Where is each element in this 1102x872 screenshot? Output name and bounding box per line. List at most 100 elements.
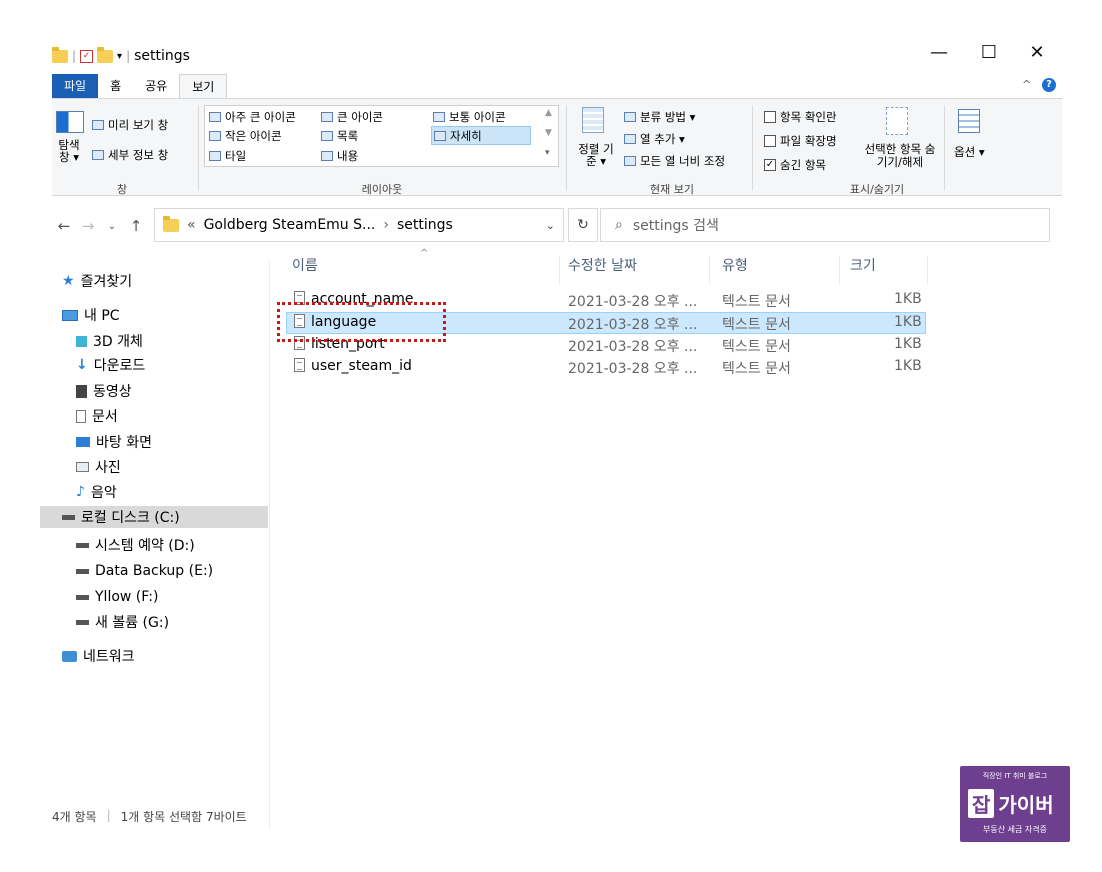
sort-grid-icon <box>582 107 604 133</box>
folder-icon <box>163 215 179 232</box>
expand-gallery-icon[interactable]: ▾ <box>545 148 550 158</box>
medium-icons-icon <box>433 112 445 122</box>
layout-large-icons[interactable]: 큰 아이콘 <box>321 109 383 125</box>
file-row-selected[interactable]: language 2021-03-28 오후 ... 텍스트 문서 1KB <box>286 312 926 334</box>
maximize-button[interactable]: ☐ <box>974 42 1004 63</box>
file-row[interactable]: account_name 2021-03-28 오후 ... 텍스트 문서 1K… <box>286 290 926 312</box>
details-pane-button[interactable]: 세부 정보 창 <box>92 147 168 163</box>
minimize-button[interactable]: — <box>924 42 954 63</box>
tab-home[interactable]: 홈 <box>98 74 133 98</box>
sidebar-item-3d-objects[interactable]: 3D 개체 <box>76 330 143 352</box>
properties-icon[interactable]: ✓ <box>80 49 94 63</box>
sort-by-icon[interactable] <box>582 107 604 133</box>
search-box[interactable]: ⌕ settings 검색 <box>600 208 1050 242</box>
drive-icon <box>76 594 89 600</box>
sidebar-item-yllow-f[interactable]: Yllow (F:) <box>76 586 158 608</box>
close-button[interactable]: ✕ <box>1022 42 1052 63</box>
sidebar-item-pictures[interactable]: 사진 <box>76 456 121 478</box>
layout-small-icons[interactable]: 작은 아이콘 <box>209 128 282 144</box>
tab-share[interactable]: 공유 <box>133 74 179 98</box>
breadcrumb-parent[interactable]: Goldberg SteamEmu S... <box>204 217 376 233</box>
size-all-columns-button[interactable]: 모든 열 너비 조정 <box>624 153 725 169</box>
file-name: language <box>311 314 377 330</box>
file-type: 텍스트 문서 <box>722 339 791 355</box>
column-header-name[interactable]: 이름 <box>292 256 560 284</box>
sidebar-item-label: 새 볼륨 (G:) <box>95 615 170 631</box>
layout-content[interactable]: 내용 <box>321 148 358 164</box>
tab-view[interactable]: 보기 <box>179 74 228 98</box>
separator: | <box>72 49 77 63</box>
sidebar-item-documents[interactable]: 문서 <box>76 405 118 427</box>
layout-extra-large-icons[interactable]: 아주 큰 아이콘 <box>209 109 296 125</box>
sidebar-item-desktop[interactable]: 바탕 화면 <box>76 431 152 453</box>
up-arrow-icon[interactable]: ↑ <box>124 217 148 235</box>
sidebar-item-network[interactable]: 네트워크 <box>62 645 135 667</box>
item-checkboxes-toggle[interactable]: 항목 확인란 <box>764 109 837 125</box>
column-header-date[interactable]: 수정한 날짜 <box>568 256 710 284</box>
column-header-size[interactable]: 크기 <box>850 256 928 284</box>
file-row[interactable]: listen_port 2021-03-28 오후 ... 텍스트 문서 1KB <box>286 335 926 357</box>
text-file-icon <box>294 314 305 328</box>
sidebar-item-label: 다운로드 <box>93 358 146 374</box>
forward-arrow-icon[interactable]: → <box>76 217 100 235</box>
search-input[interactable]: settings 검색 <box>633 215 719 235</box>
tiles-icon <box>209 151 221 161</box>
recent-locations-icon[interactable]: ⌄ <box>100 221 124 232</box>
address-bar[interactable]: « Goldberg SteamEmu S... › settings ⌄ <box>154 208 564 242</box>
layout-medium-icons[interactable]: 보통 아이콘 <box>433 109 506 125</box>
help-icon[interactable]: ? <box>1042 78 1056 92</box>
sidebar-item-downloads[interactable]: ↓ 다운로드 <box>76 354 145 376</box>
sidebar-item-new-volume-g[interactable]: 새 볼륨 (G:) <box>76 611 169 633</box>
layout-list[interactable]: 목록 <box>321 128 358 144</box>
desktop-icon <box>76 437 90 447</box>
path-overflow[interactable]: « <box>187 217 196 233</box>
options-button[interactable]: 옵션 ▾ <box>954 145 986 159</box>
sidebar-item-videos[interactable]: 동영상 <box>76 380 132 402</box>
hide-selected-button[interactable]: 선택한 항목 숨기기/해제 <box>864 143 936 169</box>
hide-selected-icon[interactable] <box>886 107 908 135</box>
sidebar-item-label: 3D 개체 <box>93 334 143 350</box>
small-icons-icon <box>209 131 221 141</box>
preview-pane-button[interactable]: 미리 보기 창 <box>92 117 168 133</box>
refresh-icon[interactable]: ↻ <box>568 208 598 242</box>
hidden-items-toggle[interactable]: ✓ 숨긴 항목 <box>764 157 826 173</box>
collapse-ribbon-icon[interactable]: ^ <box>1022 78 1031 91</box>
layout-details[interactable]: 자세히 <box>431 126 531 145</box>
file-date: 2021-03-28 오후 ... <box>568 317 698 333</box>
file-row[interactable]: user_steam_id 2021-03-28 오후 ... 텍스트 문서 1… <box>286 357 926 379</box>
sidebar-item-quick-access[interactable]: ★ 즐겨찾기 <box>62 270 132 292</box>
sidebar-item-this-pc[interactable]: 내 PC <box>62 304 120 326</box>
address-dropdown-icon[interactable]: ⌄ <box>546 219 555 232</box>
hidden-items-label: 숨긴 항목 <box>780 158 826 172</box>
navigation-pane-button[interactable] <box>56 111 84 133</box>
text-file-icon <box>294 291 305 305</box>
breadcrumb-current[interactable]: settings <box>397 217 453 233</box>
tab-file[interactable]: 파일 <box>52 74 99 98</box>
file-date: 2021-03-28 오후 ... <box>568 294 698 310</box>
add-columns-button[interactable]: 열 추가 ▾ <box>624 131 685 147</box>
sidebar-item-system-reserved-d[interactable]: 시스템 예약 (D:) <box>76 534 195 556</box>
video-icon <box>76 384 87 398</box>
sidebar-item-data-backup-e[interactable]: Data Backup (E:) <box>76 560 213 582</box>
layout-tiles[interactable]: 타일 <box>209 148 246 164</box>
sort-by-button[interactable]: 정렬 기준 ▾ <box>578 143 614 167</box>
file-extensions-toggle[interactable]: 파일 확장명 <box>764 133 837 149</box>
scroll-up-icon[interactable]: ▲ <box>545 108 552 118</box>
group-by-button[interactable]: 분류 방법 ▾ <box>624 109 695 125</box>
add-columns-label: 열 추가 ▾ <box>640 132 685 146</box>
navigation-pane-label[interactable]: 탐색 창 ▾ <box>54 139 84 163</box>
customize-quick-access-icon[interactable]: ▾ <box>117 51 122 62</box>
new-folder-icon[interactable] <box>97 46 114 63</box>
pc-icon <box>62 309 78 321</box>
scroll-down-icon[interactable]: ▼ <box>545 128 552 138</box>
back-arrow-icon[interactable]: ← <box>52 217 76 235</box>
sidebar-item-music[interactable]: ♪ 음악 <box>76 481 117 503</box>
breadcrumb-separator-icon[interactable]: › <box>383 217 389 233</box>
separator: | <box>126 49 131 63</box>
column-header-type[interactable]: 유형 <box>722 256 840 284</box>
sidebar-item-local-disk-c[interactable]: 로컬 디스크 (C:) <box>40 506 268 528</box>
layout-group-label: 레이아웃 <box>361 183 403 196</box>
file-name-cell: user_steam_id <box>294 358 412 374</box>
options-icon[interactable] <box>958 109 980 133</box>
checkbox-unchecked-icon <box>764 135 776 147</box>
